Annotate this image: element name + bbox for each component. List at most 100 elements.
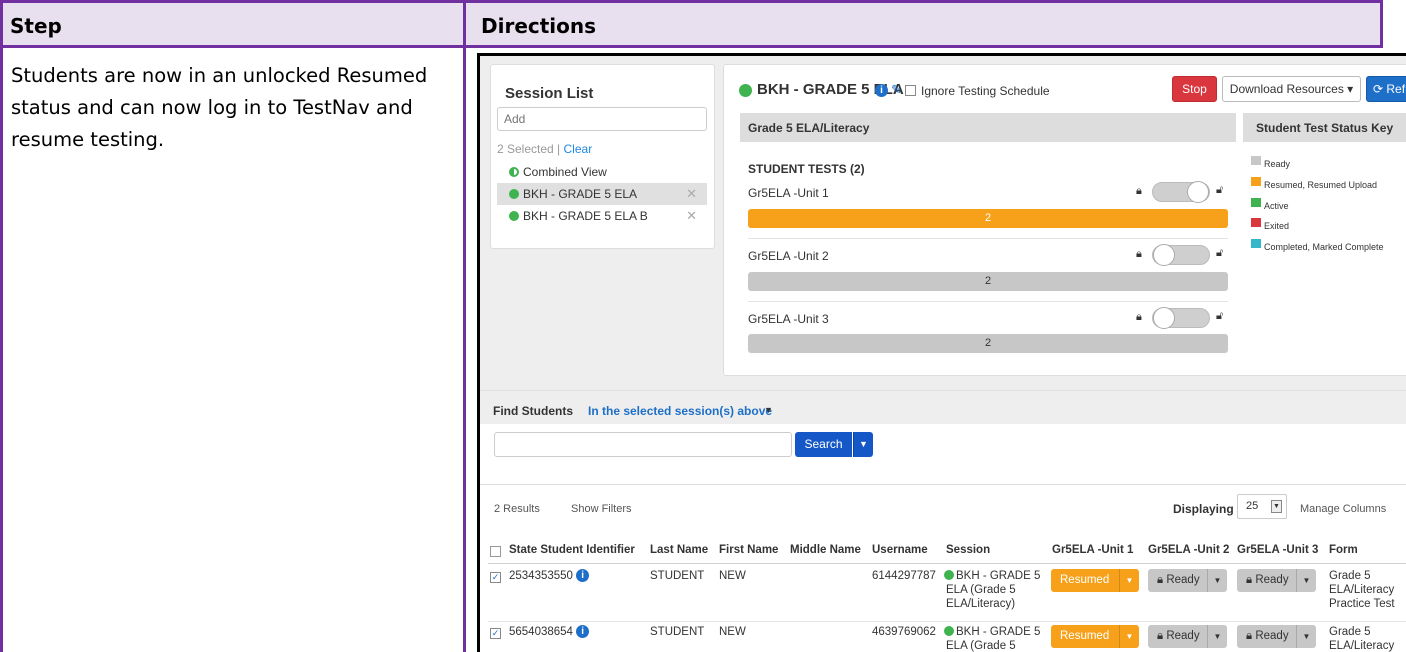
displaying-label: Displaying bbox=[1173, 502, 1234, 516]
col-header-id[interactable]: State Student Identifier bbox=[509, 544, 635, 556]
row-checkbox[interactable]: ✓ bbox=[490, 572, 501, 583]
unit1-status-button[interactable]: Resumed ▼ bbox=[1051, 625, 1139, 648]
col-header-username[interactable]: Username bbox=[872, 544, 928, 556]
search-button[interactable]: Search bbox=[795, 432, 852, 457]
clear-link[interactable]: Clear bbox=[564, 142, 593, 156]
session-status-dot-icon bbox=[739, 84, 752, 97]
session-item-grade5-ela-b[interactable]: BKH - GRADE 5 ELA B ✕ bbox=[497, 205, 707, 227]
combined-view-icon bbox=[509, 167, 519, 177]
stop-button[interactable]: Stop bbox=[1172, 76, 1217, 102]
lock-icon: 🔒︎ bbox=[1246, 630, 1256, 642]
unlock-icon: 🔓︎ bbox=[1216, 310, 1224, 322]
first-name: NEW bbox=[719, 626, 746, 638]
session-item-combined[interactable]: Combined View bbox=[497, 161, 707, 183]
status-key-exited: Exited bbox=[1251, 218, 1289, 231]
unit-1-lock-toggle[interactable] bbox=[1152, 181, 1210, 203]
edit-pencil-icon[interactable]: ✎ bbox=[891, 82, 902, 98]
unit-2-label: Gr5ELA -Unit 2 bbox=[748, 249, 829, 263]
unit-3-label: Gr5ELA -Unit 3 bbox=[748, 312, 829, 326]
unit3-status-button[interactable]: 🔒︎ Ready ▼ bbox=[1237, 625, 1316, 648]
unit-3-progress-bar[interactable]: 2 bbox=[748, 334, 1228, 353]
session-add-input[interactable] bbox=[497, 107, 707, 131]
students-table: State Student Identifier Last Name First… bbox=[480, 524, 1406, 652]
student-id: 2534353550 i bbox=[509, 569, 590, 583]
status-key-resumed: Resumed, Resumed Upload bbox=[1251, 177, 1377, 190]
chevron-down-icon: ▼ bbox=[1296, 625, 1316, 648]
col-header-middle-name[interactable]: Middle Name bbox=[790, 544, 861, 556]
lock-icon: 🔒︎ bbox=[1157, 630, 1167, 642]
unit-2-progress-bar[interactable]: 2 bbox=[748, 272, 1228, 291]
chevron-down-icon[interactable]: ▼ bbox=[764, 405, 773, 415]
col-header-unit2[interactable]: Gr5ELA -Unit 2 bbox=[1148, 544, 1229, 556]
unit2-status-button[interactable]: 🔒︎ Ready ▼ bbox=[1148, 625, 1227, 648]
unit-2-lock-toggle[interactable] bbox=[1152, 244, 1210, 266]
status-key-completed: Completed, Marked Complete bbox=[1251, 239, 1384, 252]
form-cell: Grade 5 bbox=[1329, 570, 1371, 582]
refresh-button[interactable]: ⟳ Refresh bbox=[1366, 76, 1406, 102]
grade-panel: Grade 5 ELA/Literacy STUDENT TESTS (2) G… bbox=[740, 113, 1236, 361]
status-key-ready: Ready bbox=[1251, 156, 1290, 169]
unit-1-label: Gr5ELA -Unit 1 bbox=[748, 186, 829, 200]
remove-icon[interactable]: ✕ bbox=[686, 186, 697, 202]
student-search-input[interactable] bbox=[494, 432, 792, 457]
chevron-down-icon: ▼ bbox=[1207, 625, 1227, 648]
session-list-title: Session List bbox=[505, 85, 594, 102]
grade-header: Grade 5 ELA/Literacy bbox=[740, 113, 1236, 142]
unit-3-lock-toggle[interactable] bbox=[1152, 307, 1210, 329]
col-header-unit3[interactable]: Gr5ELA -Unit 3 bbox=[1237, 544, 1318, 556]
col-header-session[interactable]: Session bbox=[946, 544, 990, 556]
chevron-down-icon: ▼ bbox=[1119, 569, 1139, 592]
step-description: Students are now in an unlocked Resumed … bbox=[11, 64, 428, 151]
col-header-first-name[interactable]: First Name bbox=[719, 544, 778, 556]
student-id: 5654038654 i bbox=[509, 625, 590, 639]
step-column-header: Step bbox=[10, 14, 62, 38]
last-name: STUDENT bbox=[650, 570, 705, 582]
info-icon[interactable]: i bbox=[576, 569, 590, 583]
session-cell[interactable]: BKH - GRADE 5 bbox=[944, 569, 1040, 583]
status-dot-icon bbox=[509, 211, 519, 221]
selected-count: 2 Selected | Clear bbox=[497, 142, 593, 156]
col-header-unit1[interactable]: Gr5ELA -Unit 1 bbox=[1052, 544, 1133, 556]
lock-icon: 🔒︎ bbox=[1136, 185, 1142, 197]
search-options-chevron-icon[interactable]: ▼ bbox=[853, 432, 873, 457]
find-scope-dropdown[interactable]: In the selected session(s) above bbox=[588, 404, 772, 418]
form-cell: Grade 5 bbox=[1329, 626, 1371, 638]
results-bar: 2 Results Show Filters Displaying 25 ▼ M… bbox=[480, 484, 1406, 524]
lock-icon: 🔒︎ bbox=[1246, 574, 1256, 586]
testnav-screenshot: Session List 2 Selected | Clear Combined… bbox=[477, 53, 1406, 652]
lock-icon: 🔒︎ bbox=[1157, 574, 1167, 586]
manage-columns-link[interactable]: Manage Columns bbox=[1300, 503, 1386, 515]
col-header-form[interactable]: Form bbox=[1329, 544, 1358, 556]
student-tests-header: STUDENT TESTS (2) bbox=[748, 162, 865, 176]
username: 6144297787 bbox=[872, 570, 936, 582]
find-students-bar: Find Students In the selected session(s)… bbox=[480, 390, 1406, 424]
remove-icon[interactable]: ✕ bbox=[686, 208, 697, 224]
username: 4639769062 bbox=[872, 626, 936, 638]
per-page-select[interactable]: 25 ▼ bbox=[1237, 494, 1287, 519]
ignore-schedule-label: Ignore Testing Schedule bbox=[921, 84, 1050, 98]
first-name: NEW bbox=[719, 570, 746, 582]
info-icon[interactable]: i bbox=[875, 84, 888, 97]
col-header-last-name[interactable]: Last Name bbox=[650, 544, 708, 556]
status-key-active: Active bbox=[1251, 198, 1289, 211]
status-dot-icon bbox=[944, 570, 954, 580]
session-list-panel: Session List 2 Selected | Clear Combined… bbox=[490, 64, 715, 249]
session-cell[interactable]: BKH - GRADE 5 bbox=[944, 625, 1040, 639]
last-name: STUDENT bbox=[650, 626, 705, 638]
table-header-row bbox=[0, 0, 1383, 48]
unit3-status-button[interactable]: 🔒︎ Ready ▼ bbox=[1237, 569, 1316, 592]
chevron-down-icon: ▼ bbox=[1119, 625, 1139, 648]
chevron-down-icon: ▼ bbox=[1296, 569, 1316, 592]
select-all-checkbox[interactable] bbox=[490, 546, 501, 557]
download-resources-button[interactable]: Download Resources ▾ bbox=[1222, 76, 1361, 102]
ignore-schedule-checkbox[interactable] bbox=[905, 85, 916, 96]
status-dot-icon bbox=[509, 189, 519, 199]
row-checkbox[interactable]: ✓ bbox=[490, 628, 501, 639]
unit-1-progress-bar[interactable]: 2 bbox=[748, 209, 1228, 228]
info-icon[interactable]: i bbox=[576, 625, 590, 639]
unit1-status-button[interactable]: Resumed ▼ bbox=[1051, 569, 1139, 592]
chevron-down-icon: ▼ bbox=[1271, 500, 1282, 513]
unit2-status-button[interactable]: 🔒︎ Ready ▼ bbox=[1148, 569, 1227, 592]
show-filters-link[interactable]: Show Filters bbox=[571, 503, 632, 515]
session-item-grade5-ela[interactable]: BKH - GRADE 5 ELA ✕ bbox=[497, 183, 707, 205]
